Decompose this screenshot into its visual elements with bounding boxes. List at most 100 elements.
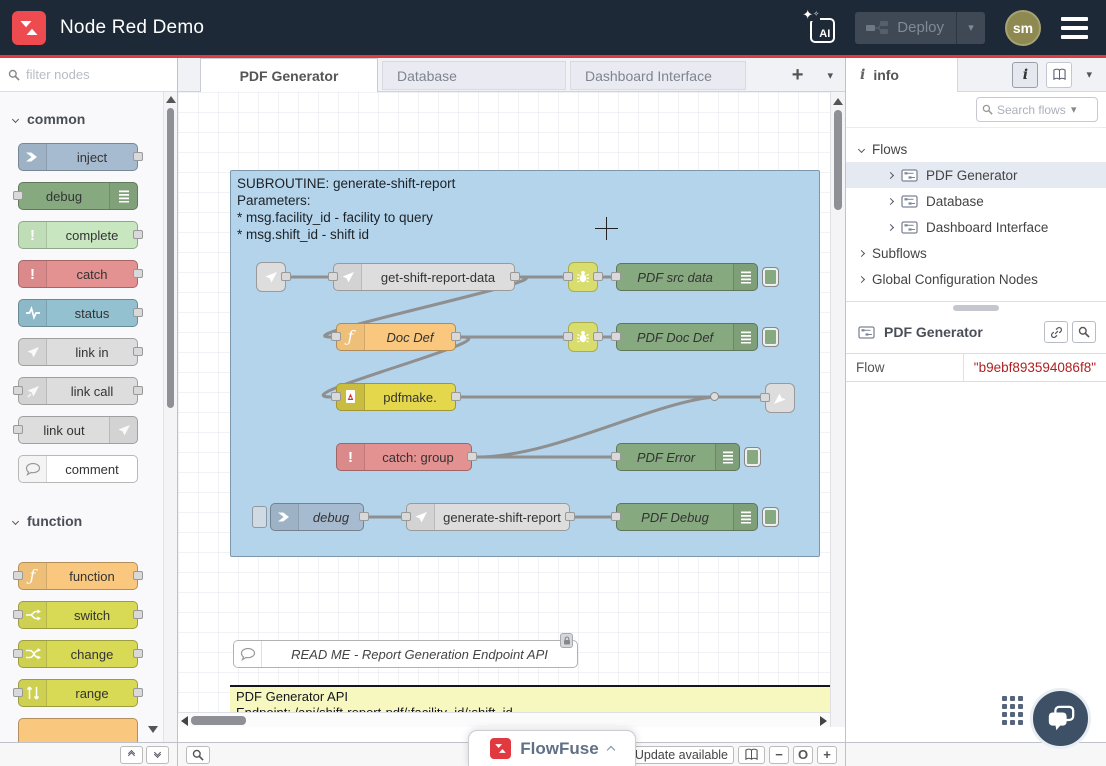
info-view-button[interactable]: i <box>1012 62 1038 88</box>
output-port[interactable] <box>133 610 143 619</box>
node-link-out[interactable] <box>765 383 795 413</box>
palette-node-debug[interactable]: debug <box>18 182 138 210</box>
output-port[interactable] <box>133 308 143 317</box>
tree-item-subflows[interactable]: Subflows <box>846 240 1106 266</box>
tree-item-flows[interactable]: Flows <box>846 136 1106 162</box>
flow-id-value[interactable]: "b9ebf893594086f8" <box>964 354 1106 381</box>
tab-dashboard-interface[interactable]: Dashboard Interface <box>570 61 746 90</box>
chat-widget-button[interactable] <box>1030 688 1091 749</box>
output-port[interactable] <box>133 571 143 580</box>
add-flow-button[interactable]: + <box>792 64 804 87</box>
scroll-up-icon[interactable] <box>833 98 843 105</box>
node-pdf-src-data[interactable]: PDF src data <box>616 263 758 291</box>
expand-all-button[interactable] <box>146 746 169 764</box>
node-pdf-error[interactable]: PDF Error <box>616 443 740 471</box>
input-port[interactable] <box>328 272 338 281</box>
input-port[interactable] <box>13 425 23 434</box>
user-avatar[interactable]: sm <box>1005 10 1041 46</box>
search-flows-box[interactable]: ▾ <box>976 97 1098 122</box>
input-port[interactable] <box>13 191 23 200</box>
input-port[interactable] <box>563 332 573 341</box>
palette-node-range[interactable]: range <box>18 679 138 707</box>
deploy-button[interactable]: Deploy ▾ <box>855 12 985 44</box>
output-port[interactable] <box>133 269 143 278</box>
output-port[interactable] <box>133 230 143 239</box>
input-port[interactable] <box>331 392 341 401</box>
palette-node-partial[interactable] <box>18 718 138 742</box>
palette-node-function[interactable]: ƒ function <box>18 562 138 590</box>
zoom-reset-button[interactable]: O <box>793 746 813 764</box>
flow-list-caret[interactable]: ▾ <box>827 69 833 82</box>
search-flows-input[interactable] <box>997 103 1067 117</box>
output-port[interactable] <box>133 152 143 161</box>
find-in-flow-button[interactable] <box>1072 321 1096 343</box>
output-port[interactable] <box>133 688 143 697</box>
output-port[interactable] <box>133 347 143 356</box>
input-port[interactable] <box>13 571 23 580</box>
scroll-up-icon[interactable] <box>166 96 176 103</box>
input-port[interactable] <box>331 332 341 341</box>
output-port[interactable] <box>467 452 477 461</box>
input-port[interactable] <box>563 272 573 281</box>
palette-node-link-out[interactable]: link out <box>18 416 138 444</box>
input-port[interactable] <box>13 688 23 697</box>
input-port[interactable] <box>401 512 411 521</box>
output-port[interactable] <box>451 332 461 341</box>
node-doc-def[interactable]: ƒ Doc Def <box>336 323 456 351</box>
output-port[interactable] <box>281 272 291 281</box>
docs-view-button[interactable] <box>1046 62 1072 88</box>
palette-node-link-in[interactable]: link in <box>18 338 138 366</box>
flow-canvas[interactable]: SUBROUTINE: generate-shift-report Parame… <box>178 92 845 727</box>
node-generate-shift-report[interactable]: generate-shift-report <box>406 503 570 531</box>
main-menu-button[interactable] <box>1061 12 1088 44</box>
node-link-in[interactable] <box>256 262 286 292</box>
node-catch-group[interactable]: ! catch: group <box>336 443 472 471</box>
debug-enable-toggle[interactable] <box>744 447 761 467</box>
input-port[interactable] <box>611 272 621 281</box>
node-readme-comment[interactable]: READ ME - Report Generation Endpoint API <box>233 640 578 668</box>
palette-category-common[interactable]: common <box>0 92 163 130</box>
filter-nodes-input[interactable] <box>26 67 169 82</box>
palette-node-complete[interactable]: ! complete <box>18 221 138 249</box>
node-inject-debug[interactable]: debug <box>270 503 364 531</box>
input-port[interactable] <box>13 386 23 395</box>
scrollbar-thumb[interactable] <box>834 110 842 210</box>
navigator-button[interactable] <box>738 746 765 764</box>
output-port[interactable] <box>593 332 603 341</box>
node-get-shift-report-data[interactable]: get-shift-report-data <box>333 263 515 291</box>
tree-item-global-config[interactable]: Global Configuration Nodes <box>846 266 1106 292</box>
widget-drag-handle[interactable] <box>1002 696 1026 728</box>
scrollbar-thumb[interactable] <box>167 108 174 408</box>
node-pdf-debug[interactable]: PDF Debug <box>616 503 758 531</box>
input-port[interactable] <box>611 512 621 521</box>
output-port[interactable] <box>510 272 520 281</box>
input-port[interactable] <box>611 452 621 461</box>
palette-node-link-call[interactable]: link call <box>18 377 138 405</box>
palette-filter[interactable] <box>0 58 177 92</box>
palette-node-switch[interactable]: switch <box>18 601 138 629</box>
palette-category-function[interactable]: function <box>0 494 163 532</box>
canvas-h-scrollbar[interactable] <box>178 712 830 727</box>
scrollbar-thumb[interactable] <box>191 716 246 725</box>
output-port[interactable] <box>593 272 603 281</box>
canvas-v-scrollbar[interactable] <box>830 92 845 727</box>
output-port[interactable] <box>359 512 369 521</box>
scroll-right-icon[interactable] <box>820 716 827 726</box>
tree-item-database[interactable]: Database <box>846 188 1106 214</box>
debug-enable-toggle[interactable] <box>762 507 779 527</box>
copy-link-button[interactable] <box>1044 321 1068 343</box>
debug-enable-toggle[interactable] <box>762 327 779 347</box>
palette-node-inject[interactable]: inject <box>18 143 138 171</box>
sidebar-menu-caret[interactable]: ▾ <box>1086 68 1092 81</box>
node-pdf-doc-def[interactable]: PDF Doc Def <box>616 323 758 351</box>
palette-node-catch[interactable]: ! catch <box>18 260 138 288</box>
tree-item-dashboard-interface[interactable]: Dashboard Interface <box>846 214 1106 240</box>
node-pdfmake[interactable]: pdfmake. <box>336 383 456 411</box>
scroll-left-icon[interactable] <box>181 716 188 726</box>
input-port[interactable] <box>611 332 621 341</box>
zoom-in-button[interactable]: + <box>817 746 837 764</box>
flowfuse-panel-toggle[interactable]: FlowFuse <box>468 730 636 766</box>
debug-enable-toggle[interactable] <box>762 267 779 287</box>
output-port[interactable] <box>133 649 143 658</box>
output-port[interactable] <box>133 386 143 395</box>
